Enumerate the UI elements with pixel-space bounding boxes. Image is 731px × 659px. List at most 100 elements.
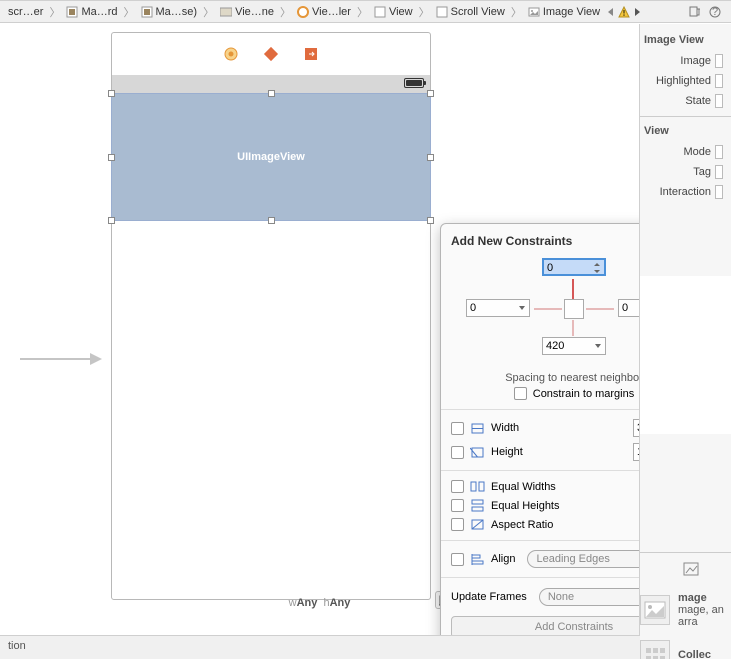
viewcontroller-icon <box>297 6 309 18</box>
crumb-label: View <box>389 6 413 18</box>
top-spacing-field[interactable]: 0 <box>542 258 606 276</box>
collection-lib-icon <box>644 646 666 659</box>
strut-top[interactable] <box>572 279 574 299</box>
constrain-margins-label: Constrain to margins <box>533 388 635 400</box>
crumb-item[interactable]: View <box>370 6 417 18</box>
strut-leading[interactable] <box>534 308 562 310</box>
highlighted-field[interactable] <box>715 74 723 88</box>
first-responder-icon[interactable] <box>263 46 279 62</box>
device-frame: UIImageView <box>111 32 431 600</box>
uiimageview-label: UIImageView <box>237 151 305 163</box>
tag-field-label: Tag <box>693 166 711 178</box>
crumb-label: Vie…ne <box>235 6 274 18</box>
bottom-spacing-field[interactable]: 420 <box>542 337 606 355</box>
crumb-label: Scroll View <box>451 6 505 18</box>
align-checkbox[interactable] <box>451 553 464 566</box>
image-field-label: Image <box>680 55 711 67</box>
library-item[interactable]: Collec <box>640 640 727 659</box>
crumb-label: Image View <box>543 6 600 18</box>
tag-field[interactable] <box>715 165 723 179</box>
equal-widths-label: Equal Widths <box>491 481 556 493</box>
related-items-icon[interactable] <box>689 6 701 18</box>
width-icon <box>470 422 485 435</box>
imageview-icon <box>528 6 540 18</box>
scene-icon <box>220 6 232 18</box>
resize-handle[interactable] <box>108 217 115 224</box>
resize-handle[interactable] <box>268 90 275 97</box>
highlighted-field-label: Highlighted <box>656 75 711 87</box>
equal-heights-label: Equal Heights <box>491 500 560 512</box>
aspect-ratio-icon <box>470 518 485 531</box>
height-icon <box>470 446 485 459</box>
inspector-section: Image View <box>644 34 727 48</box>
bottom-tab[interactable]: tion <box>0 635 640 659</box>
view-icon <box>436 6 448 18</box>
crumb-item[interactable]: scr…er <box>4 6 47 18</box>
crumb-label: Ma…rd <box>81 6 117 18</box>
stepper-icon <box>592 262 602 274</box>
breadcrumb-bar: scr…er〉 Ma…rd〉 Ma…se)〉 Vie…ne〉 Vie…ler〉 … <box>0 1 731 23</box>
image-field[interactable] <box>715 54 723 68</box>
constrain-margins-checkbox[interactable] <box>514 387 527 400</box>
crumb-item[interactable]: Vie…ler <box>293 6 355 18</box>
resize-handle[interactable] <box>427 90 434 97</box>
viewcontroller-icon[interactable] <box>223 46 239 62</box>
crumb-item[interactable]: Scroll View <box>432 6 509 18</box>
crumb-item[interactable]: Ma…rd <box>62 6 121 18</box>
crumb-label: scr…er <box>8 6 43 18</box>
height-checkbox[interactable] <box>451 446 464 459</box>
equal-heights-icon <box>470 499 485 512</box>
library-item[interactable]: magemage, an arra <box>640 592 727 628</box>
crumb-label: Ma…se) <box>156 6 198 18</box>
height-label: Height <box>491 446 523 458</box>
entry-arrow-icon <box>20 349 106 369</box>
aspect-ratio-label: Aspect Ratio <box>491 519 553 531</box>
crumb-item[interactable]: Vie…ne <box>216 6 278 18</box>
align-icon <box>470 553 485 566</box>
library-tabs[interactable] <box>640 561 700 577</box>
view-icon <box>374 6 386 18</box>
help-icon[interactable]: ? <box>709 6 721 18</box>
storyboard-icon <box>141 6 153 18</box>
resize-handle[interactable] <box>108 90 115 97</box>
width-label: Width <box>491 422 519 434</box>
crumb-label: Vie…ler <box>312 6 351 18</box>
equal-heights-checkbox[interactable] <box>451 499 464 512</box>
leading-spacing-field[interactable]: 0 <box>466 299 530 317</box>
uiimageview[interactable]: UIImageView <box>111 93 431 221</box>
width-checkbox[interactable] <box>451 422 464 435</box>
warning-icon[interactable] <box>618 6 630 18</box>
exit-icon[interactable] <box>303 46 319 62</box>
center-box <box>564 299 584 319</box>
storyboard-icon <box>66 6 78 18</box>
size-class-control[interactable]: wAny hAny <box>289 597 351 609</box>
resize-handle[interactable] <box>427 154 434 161</box>
state-field[interactable] <box>715 94 723 108</box>
inspector-section: View <box>644 125 727 139</box>
align-label: Align <box>491 553 515 565</box>
interaction-field-label: Interaction <box>660 186 711 198</box>
mode-field-label: Mode <box>683 146 711 158</box>
resize-handle[interactable] <box>268 217 275 224</box>
interaction-field[interactable] <box>715 185 723 199</box>
equal-widths-checkbox[interactable] <box>451 480 464 493</box>
battery-icon <box>404 78 424 88</box>
resize-handle[interactable] <box>108 154 115 161</box>
resize-handle[interactable] <box>427 217 434 224</box>
strut-bottom[interactable] <box>572 320 574 336</box>
dropdown-icon <box>517 302 527 314</box>
crumb-item[interactable]: Ma…se) <box>137 6 202 18</box>
update-frames-label: Update Frames <box>451 591 527 603</box>
equal-widths-icon <box>470 480 485 493</box>
strut-trailing[interactable] <box>586 308 614 310</box>
svg-text:?: ? <box>712 6 718 18</box>
mode-field[interactable] <box>715 145 723 159</box>
imageview-lib-icon <box>644 601 666 619</box>
history-back-icon[interactable] <box>606 7 616 17</box>
state-field-label: State <box>685 95 711 107</box>
aspect-ratio-checkbox[interactable] <box>451 518 464 531</box>
dropdown-icon <box>593 340 603 352</box>
history-fwd-icon[interactable] <box>632 7 642 17</box>
attributes-inspector: Image View Image Highlighted State View … <box>639 24 731 659</box>
crumb-item[interactable]: Image View <box>524 6 604 18</box>
